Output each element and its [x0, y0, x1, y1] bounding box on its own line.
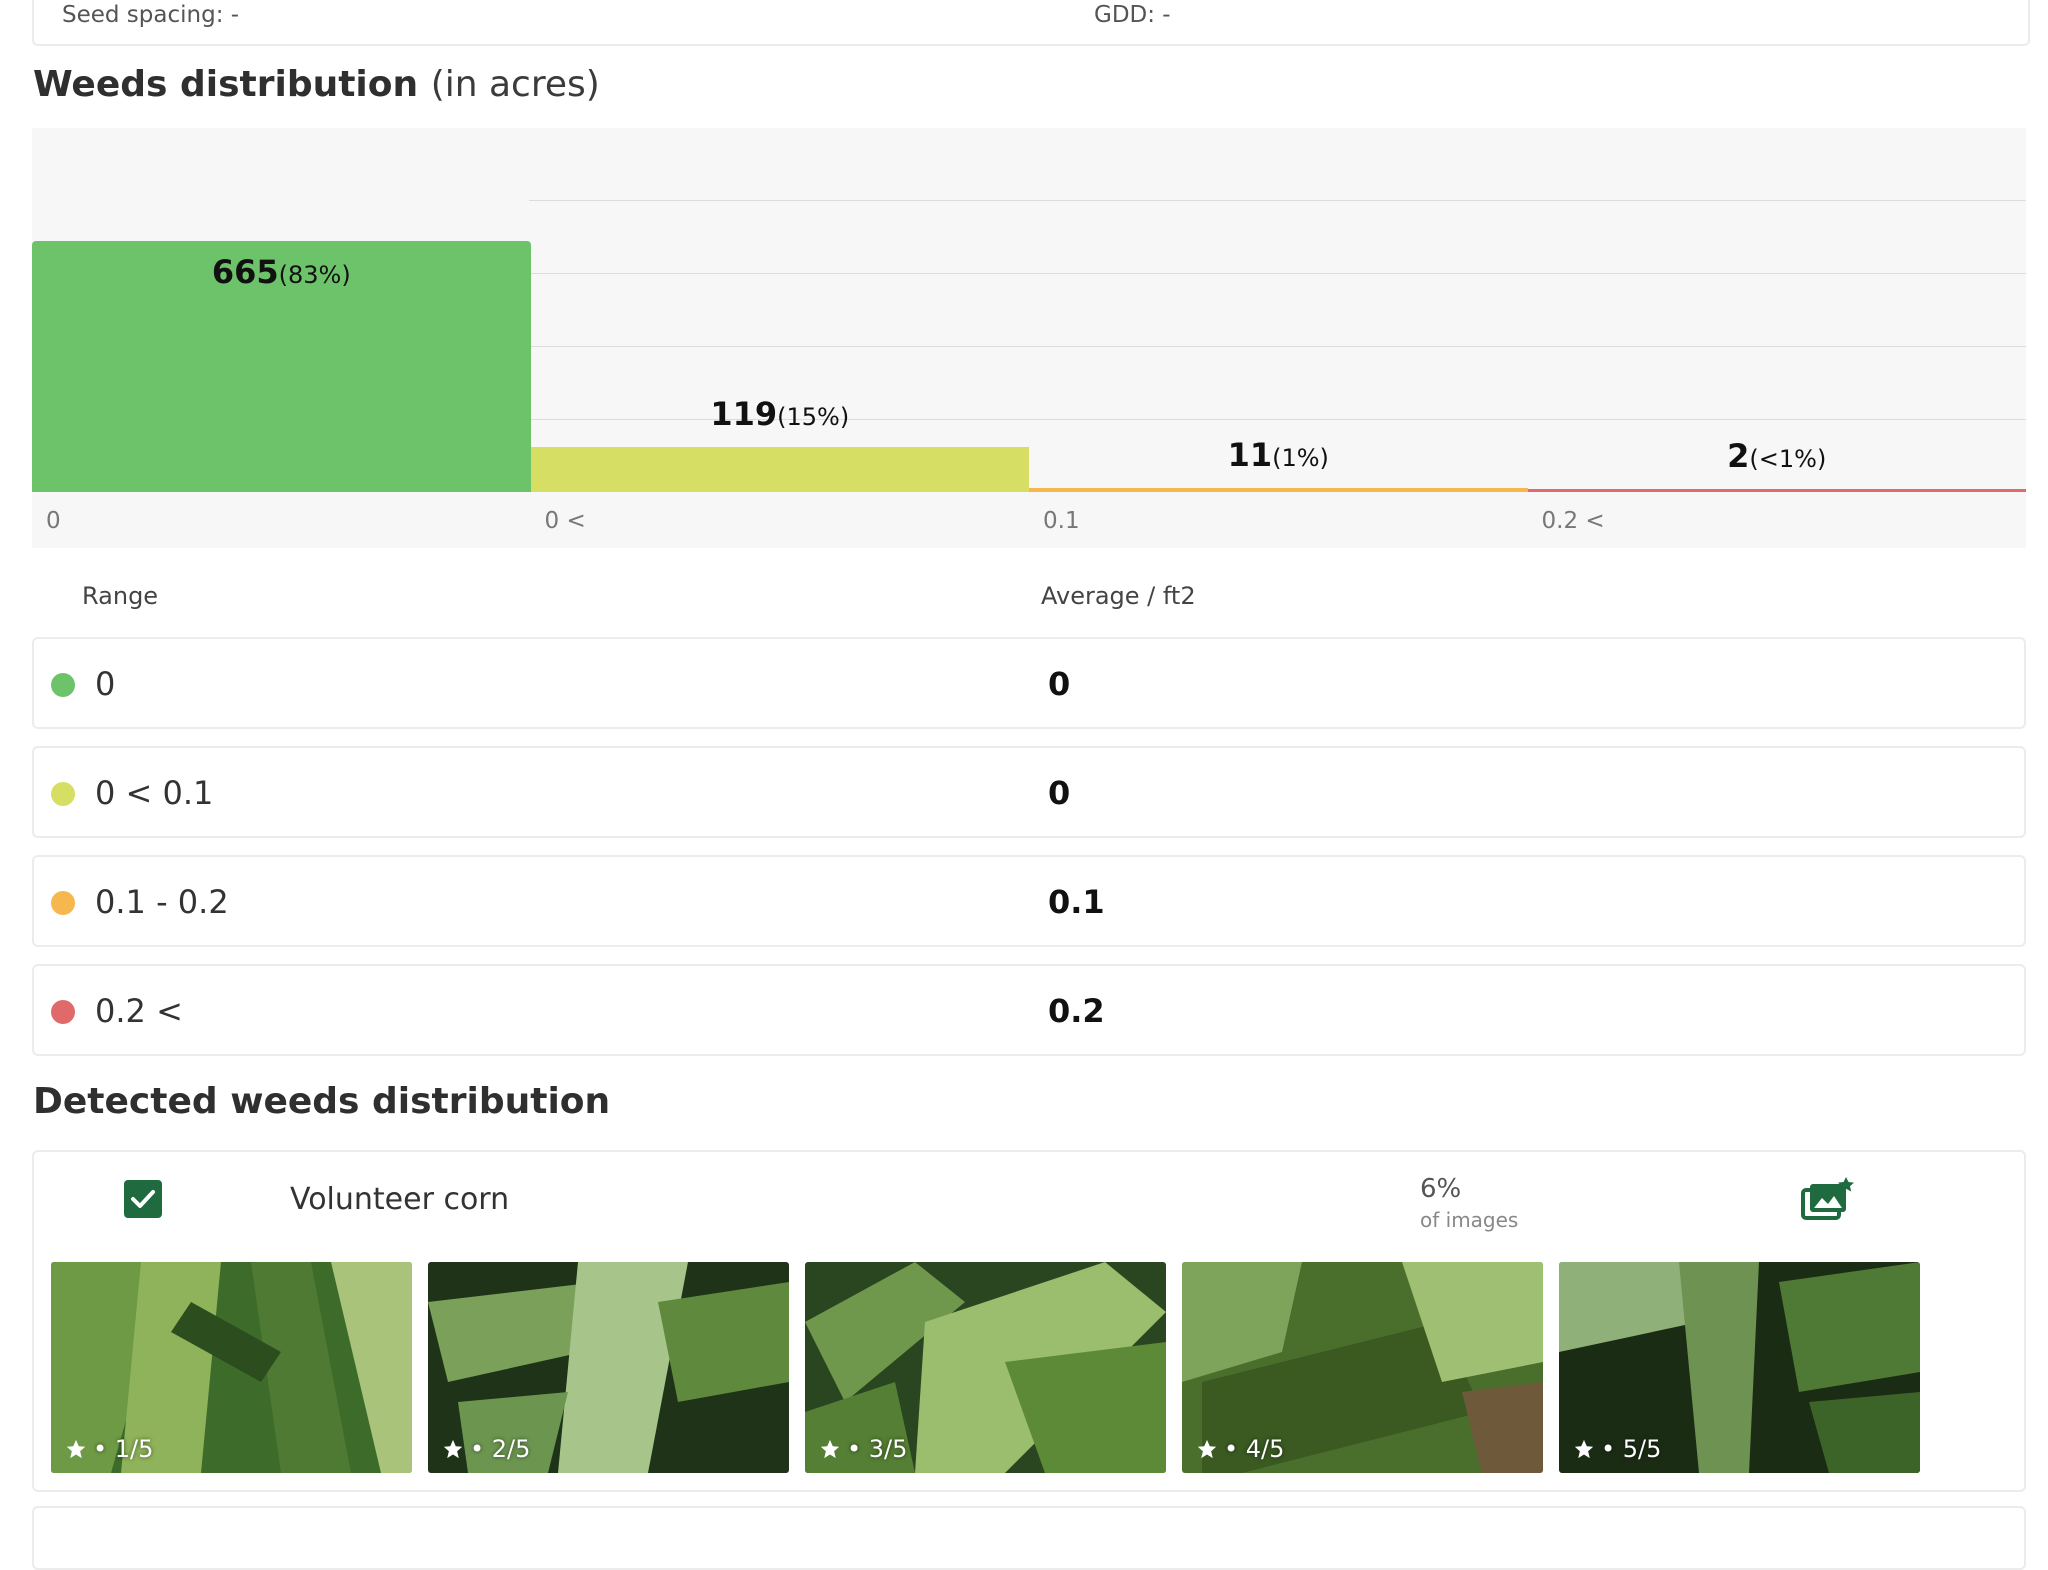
- x-tick-label: 0.1: [1043, 508, 1080, 534]
- range-row-1: 0 < 0.1 0: [32, 746, 2026, 838]
- weed-card-volunteer-corn: Volunteer corn 6% of images • 1/5 • 2/5 …: [32, 1150, 2026, 1492]
- weed-thumbnail[interactable]: • 3/5: [805, 1262, 1166, 1473]
- range-average: 0: [1048, 774, 1071, 812]
- seed-spacing-label: Seed spacing: -: [62, 2, 240, 28]
- legend-dot: [51, 782, 75, 806]
- gridline: [529, 200, 2026, 201]
- weed-share-label: of images: [1420, 1208, 1519, 1232]
- bar-percent: (1%): [1272, 443, 1329, 472]
- bar-value: 2: [1727, 437, 1750, 475]
- check-icon: [131, 1190, 155, 1208]
- weed-thumbnail[interactable]: • 4/5: [1182, 1262, 1543, 1473]
- average-column-header: Average / ft2: [1041, 582, 1196, 610]
- weeds-distribution-chart: 665(83%) 0 119(15%) 0 < 11(1%) 0.1 2(<1%) 0.2 <: [32, 128, 2026, 548]
- legend-dot: [51, 891, 75, 915]
- detected-weeds-title: Detected weeds distribution: [33, 1081, 611, 1122]
- thumbnail-caption: • 4/5: [1196, 1435, 1284, 1463]
- x-tick-label: 0: [46, 508, 61, 534]
- star-icon: [443, 1439, 463, 1459]
- bar-value-label: 119(15%): [710, 395, 849, 433]
- bar-value-label: 665(83%): [212, 253, 351, 291]
- range-label: 0.1 - 0.2: [95, 883, 229, 921]
- chart-bar: [1527, 489, 2026, 492]
- thumbnail-caption: • 5/5: [1573, 1435, 1661, 1463]
- gallery-star-icon[interactable]: [1800, 1176, 1856, 1222]
- weeds-distribution-title: Weeds distribution (in acres): [33, 64, 600, 105]
- range-label: 0: [95, 665, 116, 703]
- chart-bar: [1029, 487, 1528, 492]
- star-icon: [1197, 1439, 1217, 1459]
- star-icon: [820, 1439, 840, 1459]
- chart-bar: [530, 447, 1029, 492]
- field-info-card: Seed spacing: - GDD: -: [32, 0, 2030, 46]
- weeds-distribution-title-text: Weeds distribution: [33, 64, 419, 105]
- next-weed-card: [32, 1506, 2026, 1570]
- range-average: 0: [1048, 665, 1071, 703]
- weed-thumbnail[interactable]: • 1/5: [51, 1262, 412, 1473]
- bar-percent: (83%): [278, 260, 351, 289]
- weed-thumbnail[interactable]: • 5/5: [1559, 1262, 1920, 1473]
- bar-value-label: 11(1%): [1228, 436, 1329, 474]
- gridline: [529, 346, 2026, 347]
- thumbnail-counter: • 5/5: [1601, 1435, 1662, 1463]
- legend-dot: [51, 1000, 75, 1024]
- x-tick-label: 0 <: [544, 508, 586, 534]
- weeds-distribution-unit: (in acres): [430, 64, 600, 105]
- weed-name: Volunteer corn: [290, 1182, 510, 1217]
- thumbnail-counter: • 1/5: [93, 1435, 154, 1463]
- weed-share-value: 6%: [1420, 1174, 1462, 1204]
- bar-value: 11: [1227, 435, 1273, 474]
- weed-checkbox[interactable]: [124, 1180, 162, 1218]
- range-average: 0.1: [1048, 883, 1105, 921]
- thumbnail-counter: • 2/5: [470, 1435, 531, 1463]
- range-label: 0.2 <: [95, 992, 183, 1030]
- star-icon: [1574, 1439, 1594, 1459]
- legend-dot: [51, 673, 75, 697]
- range-label: 0 < 0.1: [95, 774, 214, 812]
- star-icon: [66, 1439, 86, 1459]
- bar-value: 665: [211, 252, 279, 291]
- thumbnail-caption: • 2/5: [442, 1435, 530, 1463]
- range-row-0: 0 0: [32, 637, 2026, 729]
- x-tick-label: 0.2 <: [1541, 508, 1605, 534]
- range-row-2: 0.1 - 0.2 0.1: [32, 855, 2026, 947]
- bar-value-label: 2(<1%): [1727, 437, 1826, 475]
- bar-percent: (15%): [777, 403, 850, 432]
- range-row-3: 0.2 < 0.2: [32, 964, 2026, 1056]
- bar-percent: (<1%): [1749, 445, 1827, 473]
- thumbnail-caption: • 1/5: [65, 1435, 153, 1463]
- bar-value: 119: [710, 395, 778, 434]
- weed-thumbnail[interactable]: • 2/5: [428, 1262, 789, 1473]
- thumbnail-counter: • 3/5: [847, 1435, 908, 1463]
- thumbnail-counter: • 4/5: [1224, 1435, 1285, 1463]
- thumbnail-caption: • 3/5: [819, 1435, 907, 1463]
- gdd-label: GDD: -: [1094, 2, 1171, 28]
- range-column-header: Range: [82, 582, 159, 610]
- range-average: 0.2: [1048, 992, 1105, 1030]
- gridline: [529, 273, 2026, 274]
